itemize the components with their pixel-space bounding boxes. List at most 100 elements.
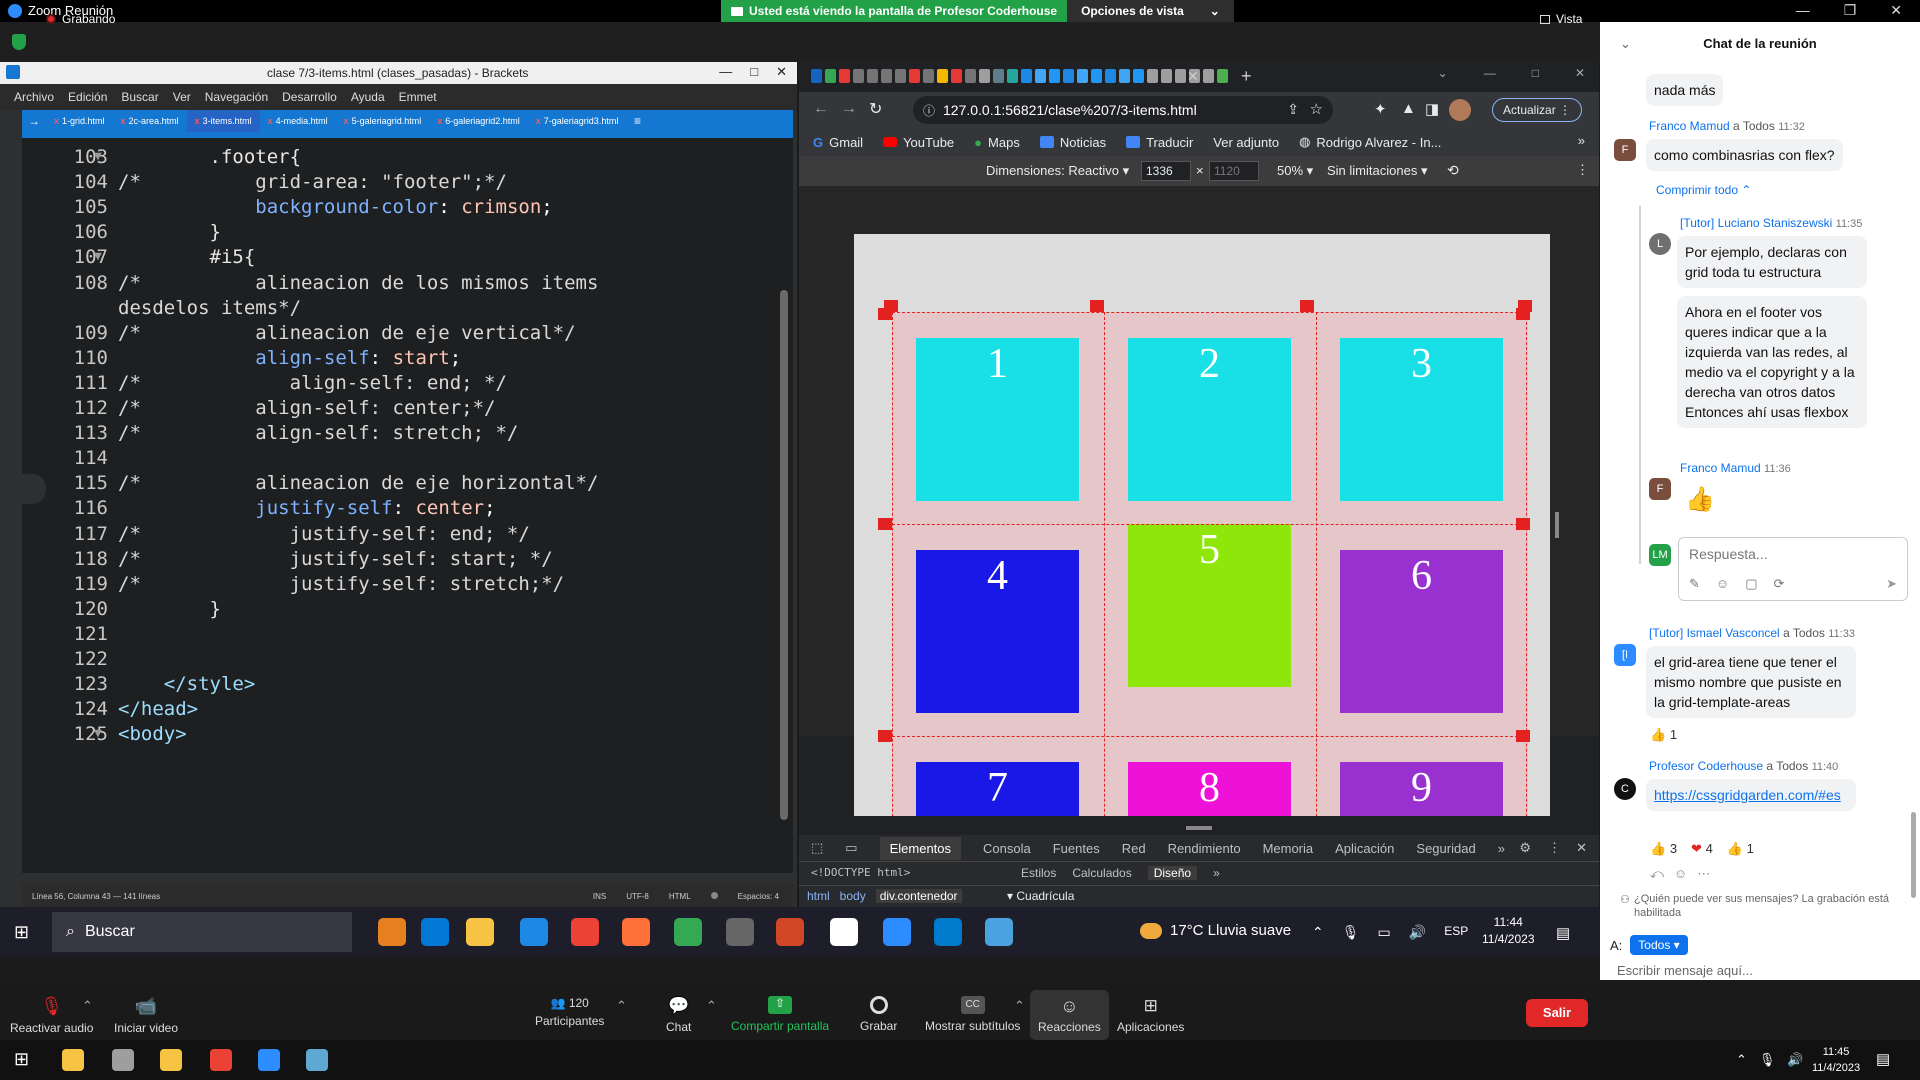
address-bar[interactable]: ⓘ 127.0.0.1:56821/clase%207/3-items.html…	[913, 96, 1333, 124]
calculator-icon[interactable]	[112, 1049, 134, 1071]
tab-favicon-icon[interactable]	[965, 69, 976, 83]
tab-diseno[interactable]: Diseño	[1147, 866, 1198, 880]
tab-favicon-icon[interactable]	[993, 69, 1004, 83]
taskbar-clock[interactable]: 11:45 11/4/2023	[1812, 1044, 1860, 1076]
doctype-node[interactable]: <!DOCTYPE html>	[811, 866, 910, 879]
app-window-icon[interactable]	[830, 918, 858, 946]
file-tab[interactable]: x 7-galeriagrid3.html	[528, 110, 627, 132]
file-tab[interactable]: x 5-galeriagrid.html	[336, 110, 430, 132]
chevron-up-icon[interactable]: ⌃	[616, 998, 627, 1014]
volume-icon[interactable]: 🔊	[1409, 924, 1426, 941]
tab-seguridad[interactable]: Seguridad	[1416, 841, 1475, 856]
tab-favicon-icon[interactable]	[1133, 69, 1144, 83]
collapse-all-link[interactable]: Comprimir todo ⌃	[1656, 183, 1751, 197]
menu-edicion[interactable]: Edición	[68, 90, 107, 104]
device-toggle-icon[interactable]: ▭	[845, 840, 857, 856]
start-video-button[interactable]: 📹 Iniciar video	[114, 996, 178, 1035]
chrome-dev-icon[interactable]	[674, 918, 702, 946]
language-select[interactable]: HTML	[669, 892, 691, 901]
battery-icon[interactable]: ▭	[1378, 924, 1391, 941]
reply-input[interactable]: Respuesta... ✎ ☺ ▢ ⟳ ➤	[1678, 537, 1908, 601]
tab-favicon-icon[interactable]	[951, 69, 962, 83]
tab-favicon-icon[interactable]	[1035, 69, 1046, 83]
more-vert-icon[interactable]: ⋮	[1548, 840, 1561, 856]
tab-estilos[interactable]: Estilos	[1021, 866, 1056, 880]
chevron-up-icon[interactable]: ⌃	[1312, 924, 1324, 941]
folder-icon[interactable]	[160, 1049, 182, 1071]
tab-memoria[interactable]: Memoria	[1263, 841, 1314, 856]
menu-navegacion[interactable]: Navegación	[205, 90, 268, 104]
crumb-div[interactable]: div.contenedor	[875, 889, 962, 903]
height-input[interactable]: 1120	[1209, 161, 1259, 181]
minimize-button[interactable]: —	[1796, 2, 1810, 19]
maximize-button[interactable]: □	[750, 64, 758, 80]
maximize-button[interactable]: □	[1532, 66, 1539, 80]
new-tab-button[interactable]: +	[1241, 66, 1252, 87]
reaction-chip[interactable]: ❤ 4	[1691, 841, 1713, 857]
leave-meeting-button[interactable]: Salir	[1526, 999, 1588, 1027]
reaction-chip[interactable]: 👍 1	[1650, 727, 1677, 743]
tab-favicon-icon[interactable]	[811, 69, 822, 83]
back-icon[interactable]: ←	[813, 100, 829, 118]
zoom-icon[interactable]	[258, 1049, 280, 1071]
close-icon[interactable]: x	[268, 116, 273, 126]
powerpoint-icon[interactable]	[776, 918, 804, 946]
minimize-button[interactable]: —	[719, 64, 732, 80]
edge-icon[interactable]	[421, 918, 449, 946]
editor-scrollbar[interactable]	[780, 290, 788, 820]
tab-red[interactable]: Red	[1122, 841, 1146, 856]
photos-icon[interactable]	[985, 918, 1013, 946]
bookmark-youtube[interactable]: YouTube	[883, 135, 954, 150]
tab-list-icon[interactable]: ≡	[634, 114, 641, 128]
file-explorer-icon[interactable]	[62, 1049, 84, 1071]
menu-ver[interactable]: Ver	[173, 90, 191, 104]
close-button[interactable]: ✕	[1890, 2, 1902, 19]
microphone-icon[interactable]: 🎙	[1759, 1052, 1776, 1068]
weather-widget[interactable]: 17°C Lluvia suave	[1140, 922, 1291, 939]
tab-favicon-icon[interactable]	[1175, 69, 1186, 83]
tab-favicon-icon[interactable]	[1147, 69, 1158, 83]
inspect-icon[interactable]: ⬚	[811, 840, 823, 856]
tab-favicon-icon[interactable]	[1091, 69, 1102, 83]
tab-favicon-icon[interactable]	[1049, 69, 1060, 83]
share-screen-button[interactable]: ⇧ Compartir pantalla	[731, 996, 829, 1033]
tab-favicon-icon[interactable]	[1077, 69, 1088, 83]
send-icon[interactable]: ➤	[1886, 576, 1897, 592]
file-tab-active[interactable]: x 3-items.html	[186, 110, 260, 132]
close-icon[interactable]: x	[344, 116, 349, 126]
chevron-up-icon[interactable]: ⌃	[82, 998, 93, 1014]
reactions-button[interactable]: ☺ Reacciones	[1030, 990, 1109, 1040]
close-tab-icon[interactable]: ✕	[1187, 68, 1199, 85]
close-icon[interactable]: x	[195, 116, 200, 126]
resize-handle-bottom[interactable]	[1186, 826, 1212, 830]
notifications-icon[interactable]: ▤	[1876, 1050, 1890, 1068]
tab-fuentes[interactable]: Fuentes	[1053, 841, 1100, 856]
update-button[interactable]: Actualizar ⋮	[1492, 98, 1583, 122]
tab-consola[interactable]: Consola	[983, 841, 1031, 856]
microphone-icon[interactable]: 🎙	[1342, 924, 1360, 941]
share-icon[interactable]: ⇪	[1287, 101, 1299, 118]
tab-favicon-icon[interactable]	[881, 69, 892, 83]
close-button[interactable]: ✕	[1575, 66, 1585, 80]
forward-icon[interactable]: →	[841, 100, 857, 118]
grid-section-header[interactable]: ▾ Cuadrícula	[1007, 889, 1074, 903]
reply-icon[interactable]: ⤺	[1650, 866, 1664, 882]
tab-favicon-icon[interactable]	[853, 69, 864, 83]
more-icon[interactable]: ⋯	[1697, 866, 1710, 882]
tab-favicon-icon[interactable]	[979, 69, 990, 83]
file-explorer-icon[interactable]	[466, 918, 494, 946]
record-button[interactable]: Grabar	[860, 996, 897, 1033]
tab-favicon-icon[interactable]	[937, 69, 948, 83]
vscode-icon[interactable]	[934, 918, 962, 946]
rotate-icon[interactable]: ⟲	[1447, 162, 1459, 179]
menu-emmet[interactable]: Emmet	[399, 90, 437, 104]
code-line[interactable]: 125 ▼ <body>	[22, 719, 793, 749]
file-tab[interactable]: x 1-grid.html	[46, 110, 113, 132]
browser-app-icon[interactable]	[378, 918, 406, 946]
windows-start-icon[interactable]: ⊞	[14, 1049, 29, 1070]
chevron-down-icon[interactable]: ⌄	[1438, 66, 1448, 80]
screenshot-icon[interactable]: ⟳	[1773, 576, 1784, 592]
tab-favicon-icon[interactable]	[1203, 69, 1214, 83]
close-icon[interactable]: x	[54, 116, 59, 126]
tab-aplicacion[interactable]: Aplicación	[1335, 841, 1394, 856]
